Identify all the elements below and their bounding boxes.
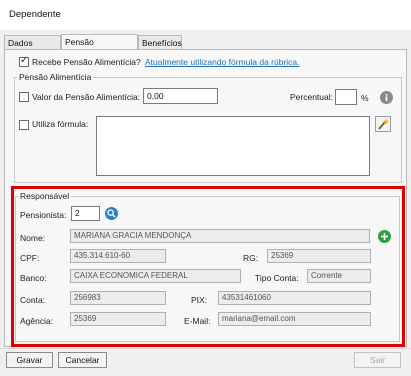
tipo-conta-field: Corrente (307, 269, 371, 283)
recebe-pensao-label: Recebe Pensão Alimentícia? (32, 57, 141, 67)
formula-link[interactable]: Atualmente utilizando fórmula da rúbrica… (145, 57, 300, 67)
rg-label: RG: (243, 253, 259, 263)
pensao-group-title: Pensão Alimentícia (17, 72, 94, 82)
percentual-input[interactable] (335, 89, 357, 105)
formula-textarea[interactable] (96, 116, 370, 176)
magic-wand-icon[interactable] (375, 116, 391, 132)
pensionista-input[interactable]: 2 (71, 206, 100, 221)
conta-label: Conta: (20, 295, 46, 305)
valor-pensao-input[interactable]: 0,00 (143, 88, 218, 104)
pix-label: PIX: (191, 295, 208, 305)
responsavel-group-title: Responsável (18, 191, 72, 201)
banco-field: CAIXA ECONOMICA FEDERAL (70, 269, 241, 283)
cpf-label: CPF: (20, 253, 40, 263)
agencia-field: 25369 (70, 312, 166, 326)
info-icon[interactable] (380, 91, 393, 104)
window-title: Dependente (9, 9, 61, 20)
pensionista-label: Pensionista: (20, 210, 67, 220)
utiliza-formula-label: Utiliza fórmula: (32, 119, 89, 129)
gravar-button[interactable]: Gravar (6, 352, 53, 368)
cancelar-button[interactable]: Cancelar (58, 352, 107, 368)
conta-field: 256983 (70, 291, 166, 305)
plus-icon[interactable] (378, 230, 391, 243)
rg-field: 25369 (267, 249, 371, 263)
email-label: E-Mail: (184, 316, 211, 326)
nome-label: Nome: (20, 233, 46, 243)
tab-beneficios[interactable]: Benefícios (138, 35, 182, 49)
tab-pensao-alimenticia[interactable]: Pensão Alimentícia (61, 34, 138, 61)
valor-pensao-checkbox[interactable] (19, 92, 29, 102)
valor-pensao-label: Valor da Pensão Alimentícia: (32, 92, 141, 102)
tab-dados-gerais[interactable]: Dados Gerais (4, 35, 61, 62)
percent-symbol: % (361, 93, 369, 103)
window-titlebar: Dependente (0, 0, 411, 31)
search-icon[interactable] (105, 207, 118, 220)
cpf-field: 435.314.610-60 (70, 249, 166, 263)
pix-field: 43531461060 (218, 291, 371, 305)
tipo-conta-label: Tipo Conta: (255, 273, 299, 283)
percentual-label: Percentual: (290, 92, 333, 102)
email-field: mariana@email.com (218, 312, 371, 326)
nome-field: MARIANA GRACIA MENDONÇA (70, 229, 370, 243)
agencia-label: Agência: (20, 316, 54, 326)
recebe-pensao-checkbox[interactable] (19, 55, 29, 67)
utiliza-formula-checkbox[interactable] (19, 120, 29, 130)
banco-label: Banco: (20, 273, 47, 283)
sair-button[interactable]: Sair (354, 352, 401, 368)
